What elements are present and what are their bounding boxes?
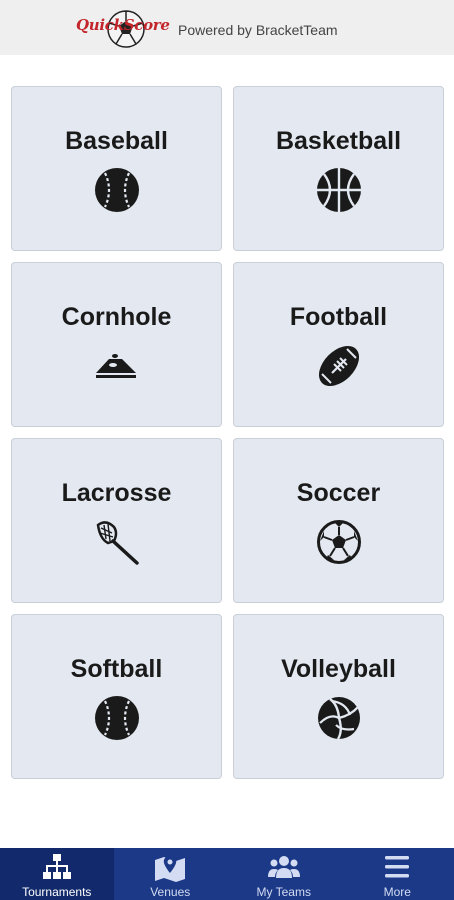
soccer-icon (316, 519, 362, 565)
sport-label: Football (289, 303, 388, 331)
football-icon (316, 343, 362, 389)
sport-label: Basketball (275, 127, 402, 155)
app-header: QuickScore Powered by BracketTeam (0, 0, 454, 55)
logo-text: QuickScore (76, 16, 170, 34)
tab-my-teams[interactable]: My Teams (227, 848, 341, 900)
sport-tile-cornhole[interactable]: Cornhole (11, 262, 222, 427)
sport-label: Softball (70, 655, 163, 683)
baseball-icon (94, 167, 140, 213)
tab-label: More (383, 885, 411, 899)
tab-label: Venues (150, 885, 191, 899)
sport-tile-lacrosse[interactable]: Lacrosse (11, 438, 222, 603)
tab-more[interactable]: More (341, 848, 454, 900)
sport-tile-basketball[interactable]: Basketball (233, 86, 444, 251)
sport-label: Lacrosse (61, 479, 172, 507)
sport-label: Volleyball (281, 655, 396, 683)
tab-label: My Teams (256, 885, 311, 899)
lacrosse-icon (94, 519, 140, 565)
sports-grid: Baseball Basketball Cornhole Football La… (11, 86, 444, 779)
sport-tile-baseball[interactable]: Baseball (11, 86, 222, 251)
users-icon (267, 852, 301, 882)
powered-by-text: Powered by BracketTeam (178, 22, 338, 38)
sport-label: Cornhole (61, 303, 172, 331)
map-pin-icon (153, 852, 187, 882)
softball-icon (94, 695, 140, 741)
sport-tile-volleyball[interactable]: Volleyball (233, 614, 444, 779)
menu-icon (380, 852, 414, 882)
tab-venues[interactable]: Venues (114, 848, 228, 900)
sport-label: Soccer (296, 479, 381, 507)
sport-label: Baseball (65, 127, 168, 155)
bracket-icon (40, 852, 74, 882)
tab-label: Tournaments (22, 885, 92, 899)
basketball-icon (316, 167, 362, 213)
cornhole-icon (94, 343, 140, 389)
sport-tile-football[interactable]: Football (233, 262, 444, 427)
tab-tournaments[interactable]: Tournaments (0, 848, 114, 900)
bottom-tab-bar: Tournaments Venues My Teams More (0, 848, 454, 900)
quickscore-logo: QuickScore (76, 8, 174, 50)
sport-tile-softball[interactable]: Softball (11, 614, 222, 779)
sport-tile-soccer[interactable]: Soccer (233, 438, 444, 603)
volleyball-icon (316, 695, 362, 741)
